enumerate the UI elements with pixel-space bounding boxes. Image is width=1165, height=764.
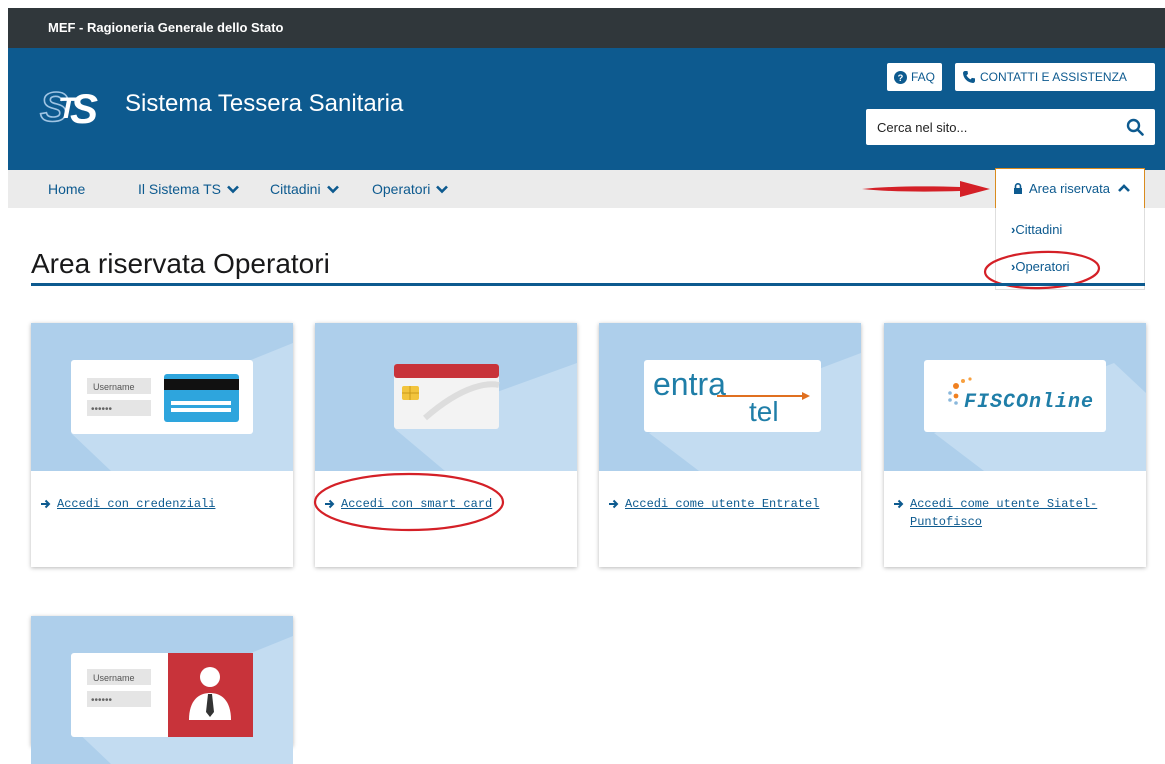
card-link[interactable]: Accedi con credenziali: [41, 495, 281, 513]
contact-button[interactable]: CONTATTI E ASSISTENZA: [955, 63, 1155, 91]
card-image: [315, 323, 577, 471]
field-label: Username: [93, 673, 135, 683]
arrow-right-icon: [41, 499, 51, 509]
card-image: Username ••••••: [31, 323, 293, 471]
svg-text:S: S: [70, 85, 98, 129]
page-title: Area riservata Operatori: [31, 248, 330, 279]
nav-item-label: Home: [48, 181, 86, 197]
card-entratel[interactable]: entra tel Accedi come utente Entratel: [599, 323, 861, 567]
title-divider: [31, 283, 1145, 286]
faq-button[interactable]: ? FAQ: [887, 63, 943, 91]
dropdown-item-cittadini[interactable]: ›Cittadini: [1011, 222, 1062, 237]
nav-item-home[interactable]: Home: [48, 170, 85, 208]
contact-label: CONTATTI E ASSISTENZA: [980, 70, 1127, 84]
nav-item-cittadini[interactable]: Cittadini: [270, 170, 339, 208]
nav-item-operatori[interactable]: Operatori: [372, 170, 449, 208]
logo-text-2: tel: [749, 396, 779, 427]
svg-text:?: ?: [898, 73, 904, 83]
chevron-down-icon: [227, 185, 239, 193]
entratel-logo-icon: entra tel: [599, 323, 861, 471]
area-riservata-label: Area riservata: [1029, 181, 1110, 196]
arrow-right-icon: [894, 499, 904, 509]
nav-item-label: Operatori: [372, 181, 431, 197]
field-label: Username: [93, 382, 135, 392]
link-accedi-entratel[interactable]: Accedi come utente Entratel: [625, 495, 819, 513]
card-image: entra tel: [599, 323, 861, 471]
faq-label: FAQ: [911, 70, 936, 84]
smart-card-illustration-icon: [315, 323, 577, 471]
card-credenziali[interactable]: Username •••••• Accedi con credenziali: [31, 323, 293, 567]
fisconline-logo-icon: FISCOnline: [884, 323, 1146, 471]
card-link[interactable]: Accedi come utente Entratel: [609, 495, 849, 513]
chevron-up-icon: [1118, 184, 1130, 192]
annotation-arrow: [862, 181, 990, 197]
link-accedi-credenziali[interactable]: Accedi con credenziali: [57, 495, 215, 513]
arrow-right-icon: [609, 499, 619, 509]
dropdown-item-label: Cittadini: [1015, 222, 1063, 237]
annotation-circle: [313, 472, 505, 532]
brand-title[interactable]: Sistema Tessera Sanitaria: [125, 90, 403, 118]
sts-logo-icon[interactable]: S T S: [38, 77, 116, 129]
search-input[interactable]: [866, 109, 1116, 145]
lock-icon: [1014, 183, 1022, 194]
nav-item-sistema-ts[interactable]: Il Sistema TS: [138, 170, 239, 208]
top-bar-label[interactable]: MEF - Ragioneria Generale dello Stato: [48, 20, 284, 35]
card-credenziali-delegato[interactable]: Username ••••••: [31, 616, 293, 764]
question-circle-icon: ?: [894, 70, 907, 84]
search-icon[interactable]: [1126, 118, 1144, 136]
card-siatel[interactable]: FISCOnline Accedi come utente Siatel-Pun…: [884, 323, 1146, 567]
nav-item-label: Cittadini: [270, 181, 321, 197]
link-accedi-siatel[interactable]: Accedi come utente Siatel-Puntofisco: [910, 495, 1134, 531]
logo-text-1: entra: [653, 366, 726, 402]
nav-item-label: Il Sistema TS: [138, 181, 221, 197]
field-value: ••••••: [91, 695, 113, 706]
phone-icon: [963, 71, 975, 83]
field-value: ••••••: [91, 404, 113, 415]
card-image: FISCOnline: [884, 323, 1146, 471]
chevron-down-icon: [326, 185, 339, 193]
area-riservata-button[interactable]: Area riservata: [995, 168, 1145, 208]
card-image: Username ••••••: [31, 616, 293, 764]
search-box: [866, 109, 1155, 145]
top-bar: MEF - Ragioneria Generale dello Stato: [8, 8, 1165, 48]
user-credentials-illustration-icon: Username ••••••: [31, 616, 293, 764]
logo-text: FISCOnline: [964, 391, 1094, 414]
credentials-illustration-icon: Username ••••••: [31, 323, 293, 471]
chevron-down-icon: [436, 185, 449, 193]
card-link[interactable]: Accedi come utente Siatel-Puntofisco: [894, 495, 1134, 531]
header: S T S Sistema Tessera Sanitaria ? FAQ CO…: [8, 48, 1165, 170]
